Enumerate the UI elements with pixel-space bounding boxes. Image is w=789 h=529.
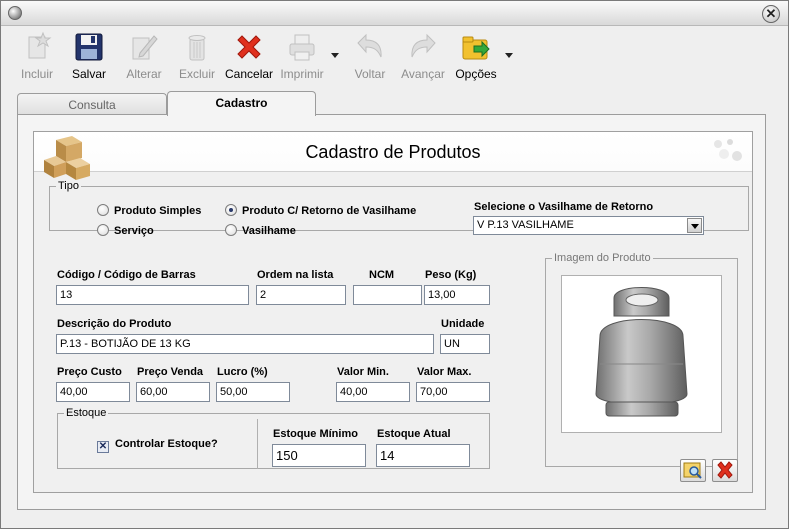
radio-label: Produto C/ Retorno de Vasilhame (242, 205, 417, 217)
incluir-label: Incluir (20, 67, 53, 81)
estoque-minimo-label: Estoque Mínimo (273, 428, 358, 440)
valor-min-label: Valor Min. (337, 366, 389, 378)
title-bar: ✕ (1, 1, 788, 26)
chevron-down-icon[interactable] (687, 218, 702, 233)
estoque-atual-label: Estoque Atual (377, 428, 451, 440)
checkbox-checked-icon: ✕ (97, 441, 109, 453)
unidade-label: Unidade (441, 318, 485, 330)
preco-venda-field[interactable]: 60,00 (136, 382, 210, 402)
alterar-label: Alterar (126, 67, 162, 81)
controlar-estoque-label: Controlar Estoque? (115, 438, 218, 450)
radio-label: Produto Simples (114, 205, 202, 217)
descricao-field[interactable]: P.13 - BOTIJÃO DE 13 KG (56, 334, 434, 354)
cancel-x-icon (237, 35, 261, 59)
peso-label: Peso (Kg) (425, 269, 477, 281)
cancelar-button[interactable]: Cancelar (225, 27, 273, 83)
radio-label: Serviço (114, 225, 154, 237)
vasilhame-retorno-value: V P.13 VASILHAME (477, 219, 574, 231)
voltar-button[interactable]: Voltar (350, 27, 390, 83)
edit-icon (132, 35, 158, 60)
printer-icon (289, 34, 315, 61)
system-menu-icon[interactable] (8, 6, 22, 20)
options-folder-icon (462, 36, 490, 60)
delete-x-icon (717, 461, 733, 479)
tipo-legend: Tipo (58, 180, 79, 192)
salvar-button[interactable]: Salvar (67, 27, 111, 83)
estoque-minimo-field[interactable]: 150 (272, 444, 366, 467)
decorative-dots-icon (714, 139, 742, 161)
lucro-field[interactable]: 50,00 (216, 382, 290, 402)
estoque-divider (257, 419, 258, 469)
tab-strip: Consulta Cadastro (17, 91, 777, 116)
ncm-label: NCM (369, 269, 395, 281)
radio-button-icon (225, 224, 237, 236)
unidade-field[interactable]: UN (440, 334, 490, 354)
image-search-icon (683, 462, 702, 479)
estoque-atual-field[interactable]: 14 (376, 444, 470, 467)
cadastro-panel: Cadastro de Produtos Tipo Produto Simple… (17, 114, 766, 510)
load-image-button[interactable] (680, 459, 706, 482)
excluir-label: Excluir (178, 67, 215, 81)
ncm-field[interactable] (353, 285, 422, 305)
imprimir-label: Imprimir (280, 67, 324, 81)
radio-button-icon (97, 204, 109, 216)
toolbar: Incluir Salvar Alterar Excluir Cancelar … (10, 27, 780, 83)
imagem-legend: Imagem do Produto (554, 252, 651, 264)
opcoes-label: Opções (455, 67, 497, 81)
tab-cadastro[interactable]: Cadastro (167, 91, 316, 116)
opcoes-dropdown-icon[interactable] (505, 53, 513, 58)
radio-produto-retorno[interactable]: Produto C/ Retorno de Vasilhame (225, 204, 416, 217)
product-image (561, 275, 722, 433)
avancar-label: Avançar (401, 67, 445, 81)
form-title: Cadastro de Produtos (305, 142, 481, 162)
cancelar-label: Cancelar (225, 67, 274, 81)
floppy-icon (75, 33, 103, 61)
imprimir-dropdown-icon[interactable] (331, 53, 339, 58)
gas-cylinder-icon (595, 287, 688, 417)
preco-custo-label: Preço Custo (57, 366, 122, 378)
radio-button-icon (97, 224, 109, 236)
valor-min-field[interactable]: 40,00 (336, 382, 410, 402)
descricao-label: Descrição do Produto (57, 318, 172, 330)
close-button[interactable]: ✕ (762, 5, 780, 23)
tab-consulta[interactable]: Consulta (17, 93, 167, 115)
valor-max-field[interactable]: 70,00 (416, 382, 490, 402)
trash-icon (188, 35, 206, 61)
ordem-field[interactable]: 2 (256, 285, 346, 305)
valor-max-label: Valor Max. (417, 366, 472, 378)
opcoes-button[interactable]: Opções (453, 27, 499, 83)
preco-venda-label: Preço Venda (137, 366, 204, 378)
imprimir-button[interactable]: Imprimir (277, 27, 327, 83)
radio-label: Vasilhame (242, 225, 296, 237)
peso-field[interactable]: 13,00 (424, 285, 490, 305)
new-icon (28, 31, 52, 59)
back-arrow-icon (357, 33, 382, 58)
window: ✕ Incluir Salvar Alterar Excluir Cancela… (0, 0, 789, 529)
lucro-label: Lucro (%) (217, 366, 268, 378)
vasilhame-retorno-select[interactable]: V P.13 VASILHAME (473, 216, 704, 235)
form-container: Cadastro de Produtos Tipo Produto Simple… (33, 131, 753, 493)
forward-arrow-icon (411, 33, 436, 58)
preco-custo-field[interactable]: 40,00 (56, 382, 130, 402)
codigo-label: Código / Código de Barras (57, 269, 196, 281)
radio-vasilhame[interactable]: Vasilhame (225, 224, 296, 237)
excluir-button[interactable]: Excluir (174, 27, 220, 83)
incluir-button[interactable]: Incluir (14, 27, 60, 83)
estoque-legend: Estoque (66, 407, 107, 419)
ordem-label: Ordem na lista (257, 269, 334, 281)
radio-servico[interactable]: Serviço (97, 224, 154, 237)
form-header: Cadastro de Produtos (34, 132, 752, 180)
voltar-label: Voltar (354, 67, 386, 81)
avancar-button[interactable]: Avançar (398, 27, 448, 83)
vasilhame-retorno-label: Selecione o Vasilhame de Retorno (474, 201, 654, 213)
salvar-label: Salvar (71, 67, 106, 81)
radio-button-selected-icon (225, 204, 237, 216)
codigo-field[interactable]: 13 (56, 285, 249, 305)
radio-produto-simples[interactable]: Produto Simples (97, 204, 201, 217)
controlar-estoque-checkbox[interactable]: ✕ Controlar Estoque? (97, 438, 218, 453)
alterar-button[interactable]: Alterar (120, 27, 168, 83)
remove-image-button[interactable] (712, 459, 738, 482)
